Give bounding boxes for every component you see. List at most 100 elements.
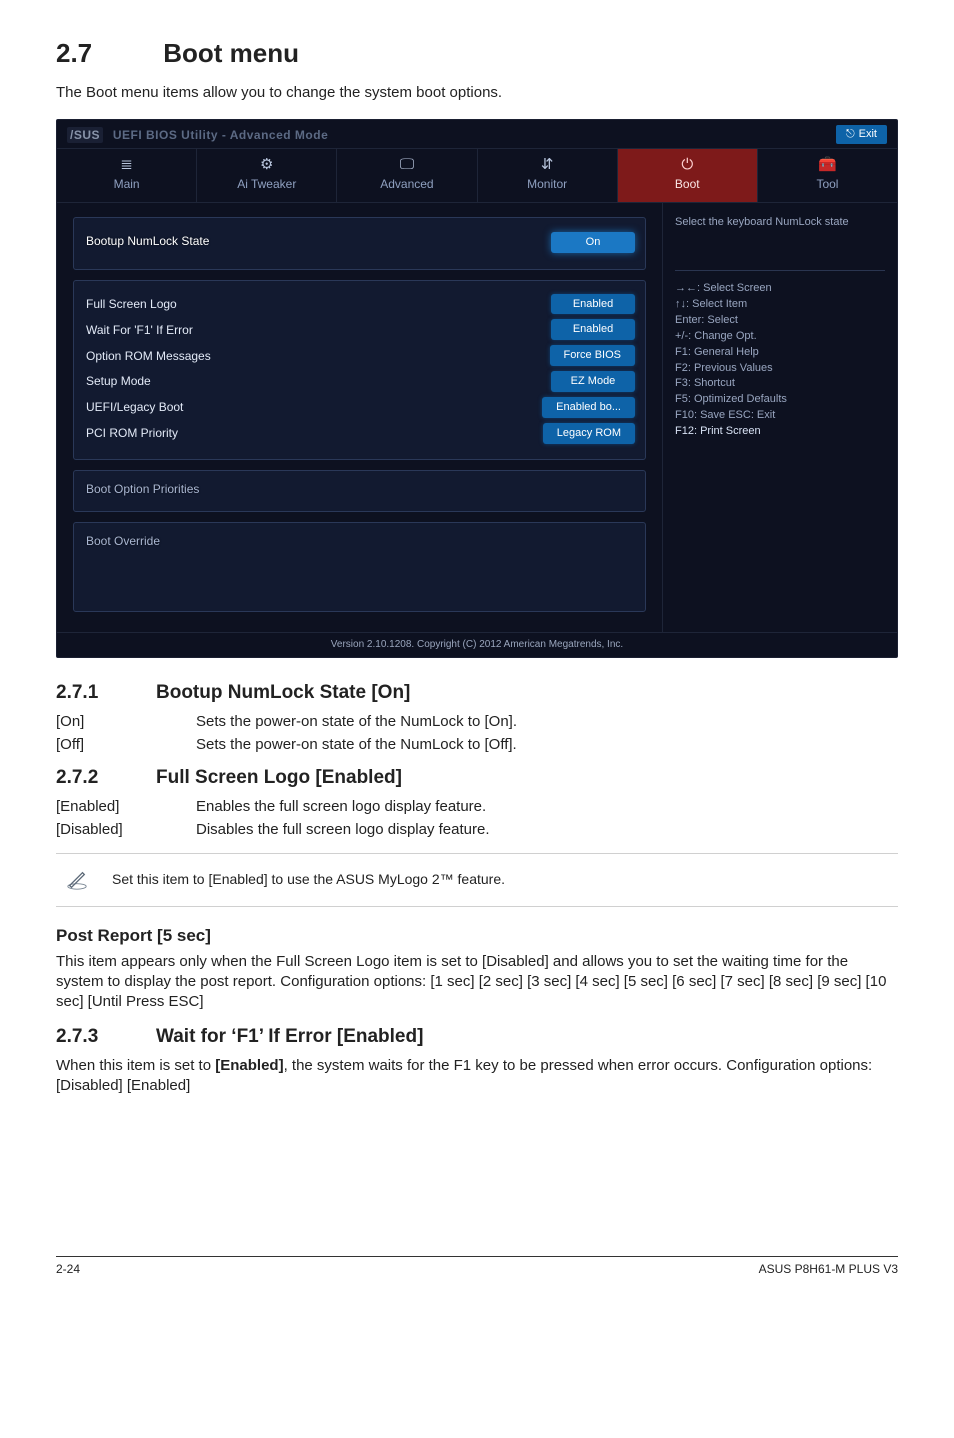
- subsection-number: 2.7.2: [56, 765, 136, 791]
- row-value: Enabled: [551, 319, 635, 340]
- bios-group-boot-priorities[interactable]: Boot Option Priorities: [73, 470, 646, 512]
- note-icon: [60, 866, 94, 894]
- option-key: [Enabled]: [56, 797, 196, 817]
- gear-icon: ⚙: [201, 157, 332, 172]
- group-header: Boot Override: [86, 533, 635, 549]
- note-text: Set this item to [Enabled] to use the AS…: [112, 870, 505, 889]
- page-number: 2-24: [56, 1261, 80, 1277]
- row-label: PCI ROM Priority: [86, 425, 178, 441]
- bios-tabs: ≣ Main ⚙ Ai Tweaker 🖵 Advanced ⇵ Monitor…: [57, 149, 897, 203]
- help-key: F2: Previous Values: [675, 361, 885, 376]
- note-callout: Set this item to [Enabled] to use the AS…: [56, 853, 898, 907]
- option-key: [Off]: [56, 735, 196, 755]
- bios-brand-text: UEFI BIOS Utility - Advanced Mode: [113, 128, 328, 142]
- help-key: F3: Shortcut: [675, 376, 885, 391]
- tab-label: Boot: [675, 177, 700, 191]
- list-icon: ≣: [61, 157, 192, 172]
- row-value: Legacy ROM: [543, 423, 635, 444]
- bios-row-wait-f1[interactable]: Wait For 'F1' If Error Enabled: [86, 319, 635, 340]
- bios-row-pci-rom[interactable]: PCI ROM Priority Legacy ROM: [86, 423, 635, 444]
- tab-label: Tool: [816, 177, 838, 191]
- option-desc: Disables the full screen logo display fe…: [196, 820, 898, 840]
- bios-row-numlock[interactable]: Bootup NumLock State On: [86, 231, 635, 253]
- monitor-icon: ⇵: [482, 157, 613, 172]
- bios-tab-monitor[interactable]: ⇵ Monitor: [478, 149, 618, 202]
- subsection-number: 2.7.1: [56, 680, 136, 706]
- subsection-2-7-3: 2.7.3 Wait for ‘F1’ If Error [Enabled]: [56, 1024, 898, 1050]
- chip-icon: 🖵: [341, 157, 472, 172]
- subsection-2-7-2: 2.7.2 Full Screen Logo [Enabled]: [56, 765, 898, 791]
- section-intro: The Boot menu items allow you to change …: [56, 83, 898, 103]
- bios-row-uefi-legacy[interactable]: UEFI/Legacy Boot Enabled bo...: [86, 397, 635, 418]
- bios-tab-boot[interactable]: ⏻ Boot: [618, 149, 758, 202]
- body-pre: When this item is set to: [56, 1057, 215, 1074]
- help-key: F1: General Help: [675, 345, 885, 360]
- help-key: F10: Save ESC: Exit: [675, 408, 885, 423]
- row-value: Force BIOS: [550, 345, 635, 366]
- bios-group-settings: Full Screen Logo Enabled Wait For 'F1' I…: [73, 280, 646, 460]
- option-row: [Disabled] Disables the full screen logo…: [56, 820, 898, 840]
- option-desc: Sets the power-on state of the NumLock t…: [196, 712, 898, 732]
- tab-label: Ai Tweaker: [237, 177, 296, 191]
- tab-label: Advanced: [380, 177, 433, 191]
- bios-help-top: Select the keyboard NumLock state: [675, 215, 885, 271]
- bios-help-pane: Select the keyboard NumLock state →←: Se…: [662, 203, 897, 631]
- bios-group-numlock: Bootup NumLock State On: [73, 217, 646, 269]
- help-key: Enter: Select: [675, 313, 885, 328]
- bios-group-boot-override[interactable]: Boot Override: [73, 522, 646, 612]
- page-footer: 2-24 ASUS P8H61-M PLUS V3: [56, 1256, 898, 1277]
- row-label: Setup Mode: [86, 373, 151, 389]
- tab-label: Main: [114, 177, 140, 191]
- row-label: Full Screen Logo: [86, 296, 177, 312]
- help-key: +/-: Change Opt.: [675, 329, 885, 344]
- row-label: UEFI/Legacy Boot: [86, 399, 183, 415]
- bios-row-option-rom[interactable]: Option ROM Messages Force BIOS: [86, 345, 635, 366]
- subsection-title: Full Screen Logo [Enabled]: [156, 765, 402, 791]
- doc-title: ASUS P8H61-M PLUS V3: [759, 1261, 898, 1277]
- help-key: ↑↓: Select Item: [675, 297, 885, 312]
- section-heading: 2.7 Boot menu: [56, 36, 898, 71]
- bios-screenshot: /SUS UEFI BIOS Utility - Advanced Mode ⎋…: [56, 119, 898, 658]
- bios-tab-advanced[interactable]: 🖵 Advanced: [337, 149, 477, 202]
- help-key: F5: Optimized Defaults: [675, 392, 885, 407]
- bios-footer: Version 2.10.1208. Copyright (C) 2012 Am…: [57, 632, 897, 658]
- row-label: Option ROM Messages: [86, 348, 211, 364]
- pen-icon: [64, 869, 90, 891]
- option-row: [On] Sets the power-on state of the NumL…: [56, 712, 898, 732]
- section-title: Boot menu: [163, 38, 299, 68]
- row-value: Enabled: [551, 294, 635, 315]
- bios-left-pane: Bootup NumLock State On Full Screen Logo…: [57, 203, 662, 631]
- section-number: 2.7: [56, 36, 156, 71]
- row-label: Bootup NumLock State: [86, 233, 209, 249]
- bios-titlebar: /SUS UEFI BIOS Utility - Advanced Mode ⎋…: [57, 120, 897, 149]
- subsection-body: When this item is set to [Enabled], the …: [56, 1056, 898, 1097]
- bios-row-setup-mode[interactable]: Setup Mode EZ Mode: [86, 371, 635, 392]
- option-desc: Sets the power-on state of the NumLock t…: [196, 735, 898, 755]
- option-key: [On]: [56, 712, 196, 732]
- tab-label: Monitor: [527, 177, 567, 191]
- subsection-2-7-1: 2.7.1 Bootup NumLock State [On]: [56, 680, 898, 706]
- group-header: Boot Option Priorities: [86, 481, 635, 497]
- subsection-number: 2.7.3: [56, 1024, 136, 1050]
- option-row: [Enabled] Enables the full screen logo d…: [56, 797, 898, 817]
- body-bold: [Enabled]: [215, 1057, 283, 1074]
- bios-brand: /SUS UEFI BIOS Utility - Advanced Mode: [67, 127, 328, 143]
- bios-row-fullscreen-logo[interactable]: Full Screen Logo Enabled: [86, 294, 635, 315]
- toolbox-icon: 🧰: [762, 157, 893, 172]
- subsection-title: Wait for ‘F1’ If Error [Enabled]: [156, 1024, 423, 1050]
- help-key: F12: Print Screen: [675, 424, 885, 439]
- bios-exit-label: Exit: [859, 127, 877, 142]
- bios-exit-button[interactable]: ⎋ Exit: [836, 125, 887, 144]
- option-desc: Enables the full screen logo display fea…: [196, 797, 898, 817]
- post-report-body: This item appears only when the Full Scr…: [56, 952, 898, 1013]
- subsection-title: Bootup NumLock State [On]: [156, 680, 410, 706]
- option-key: [Disabled]: [56, 820, 196, 840]
- power-icon: ⏻: [622, 157, 753, 172]
- bios-tab-main[interactable]: ≣ Main: [57, 149, 197, 202]
- exit-icon: ⎋: [846, 129, 855, 140]
- bios-tab-ai-tweaker[interactable]: ⚙ Ai Tweaker: [197, 149, 337, 202]
- help-key: →←: Select Screen: [675, 281, 885, 296]
- bios-tab-tool[interactable]: 🧰 Tool: [758, 149, 897, 202]
- post-report-title: Post Report [5 sec]: [56, 925, 898, 948]
- bios-logo: /SUS: [67, 127, 103, 143]
